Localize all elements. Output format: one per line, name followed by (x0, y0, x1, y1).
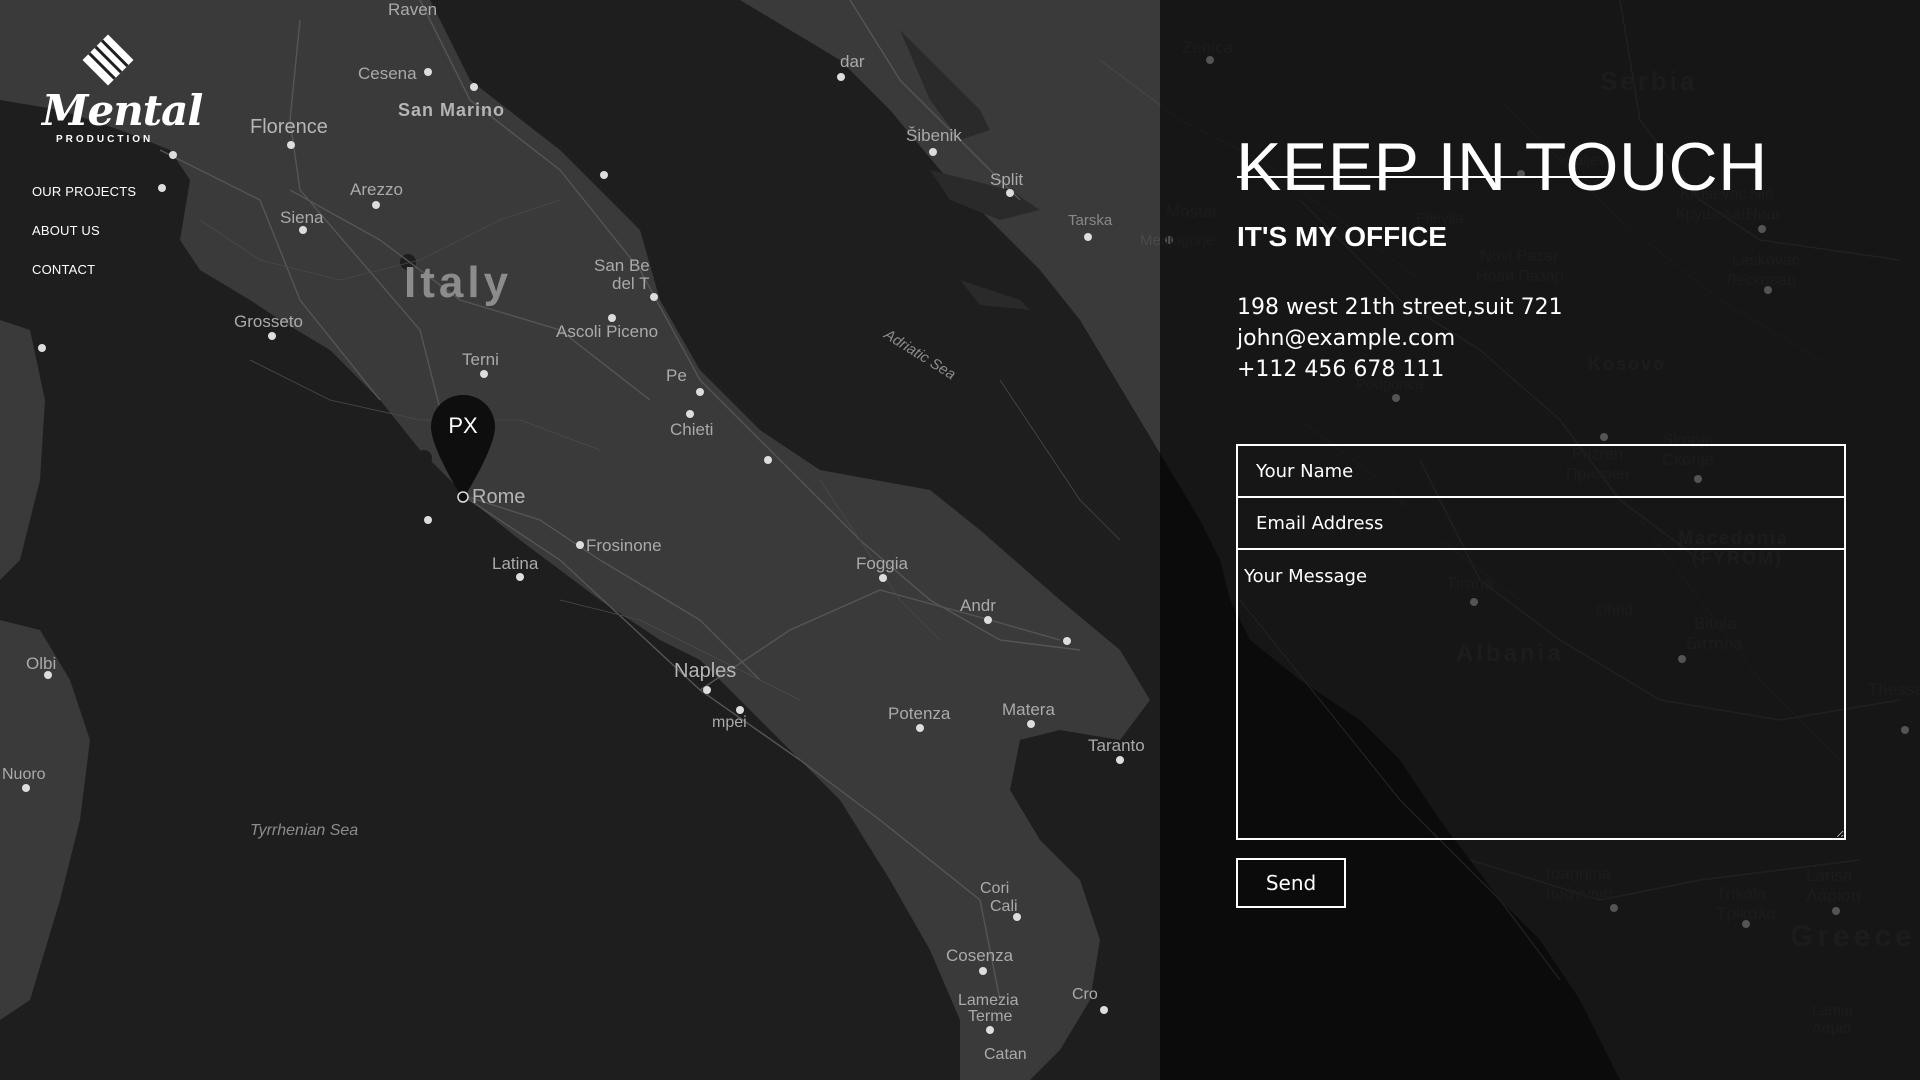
title-divider (1237, 176, 1609, 178)
side-nav: OUR PROJECTS ABOUT US CONTACT (32, 184, 136, 301)
nav-our-projects[interactable]: OUR PROJECTS (32, 184, 136, 199)
diamond-stripes-icon (82, 34, 134, 86)
brand-tagline: PRODUCTION (56, 134, 154, 145)
page-title: KEEP IN TOUCH (1236, 128, 1768, 205)
name-field[interactable] (1236, 444, 1846, 498)
contact-email[interactable]: john@example.com (1237, 323, 1563, 354)
email-field[interactable] (1236, 496, 1846, 550)
message-field[interactable] (1236, 548, 1846, 840)
contact-details: 198 west 21th street,suit 721 john@examp… (1237, 292, 1563, 385)
contact-form: Send (1236, 444, 1846, 908)
contact-address: 198 west 21th street,suit 721 (1237, 295, 1563, 320)
nav-about-us[interactable]: ABOUT US (32, 223, 136, 238)
contact-phone[interactable]: +112 456 678 111 (1237, 354, 1563, 385)
page-subtitle: IT'S MY OFFICE (1237, 221, 1447, 253)
brand-name: Mental (42, 86, 203, 135)
location-pin-icon[interactable] (431, 395, 495, 507)
send-button[interactable]: Send (1236, 858, 1346, 908)
pin-label: PX (448, 413, 478, 438)
nav-contact[interactable]: CONTACT (32, 262, 136, 277)
